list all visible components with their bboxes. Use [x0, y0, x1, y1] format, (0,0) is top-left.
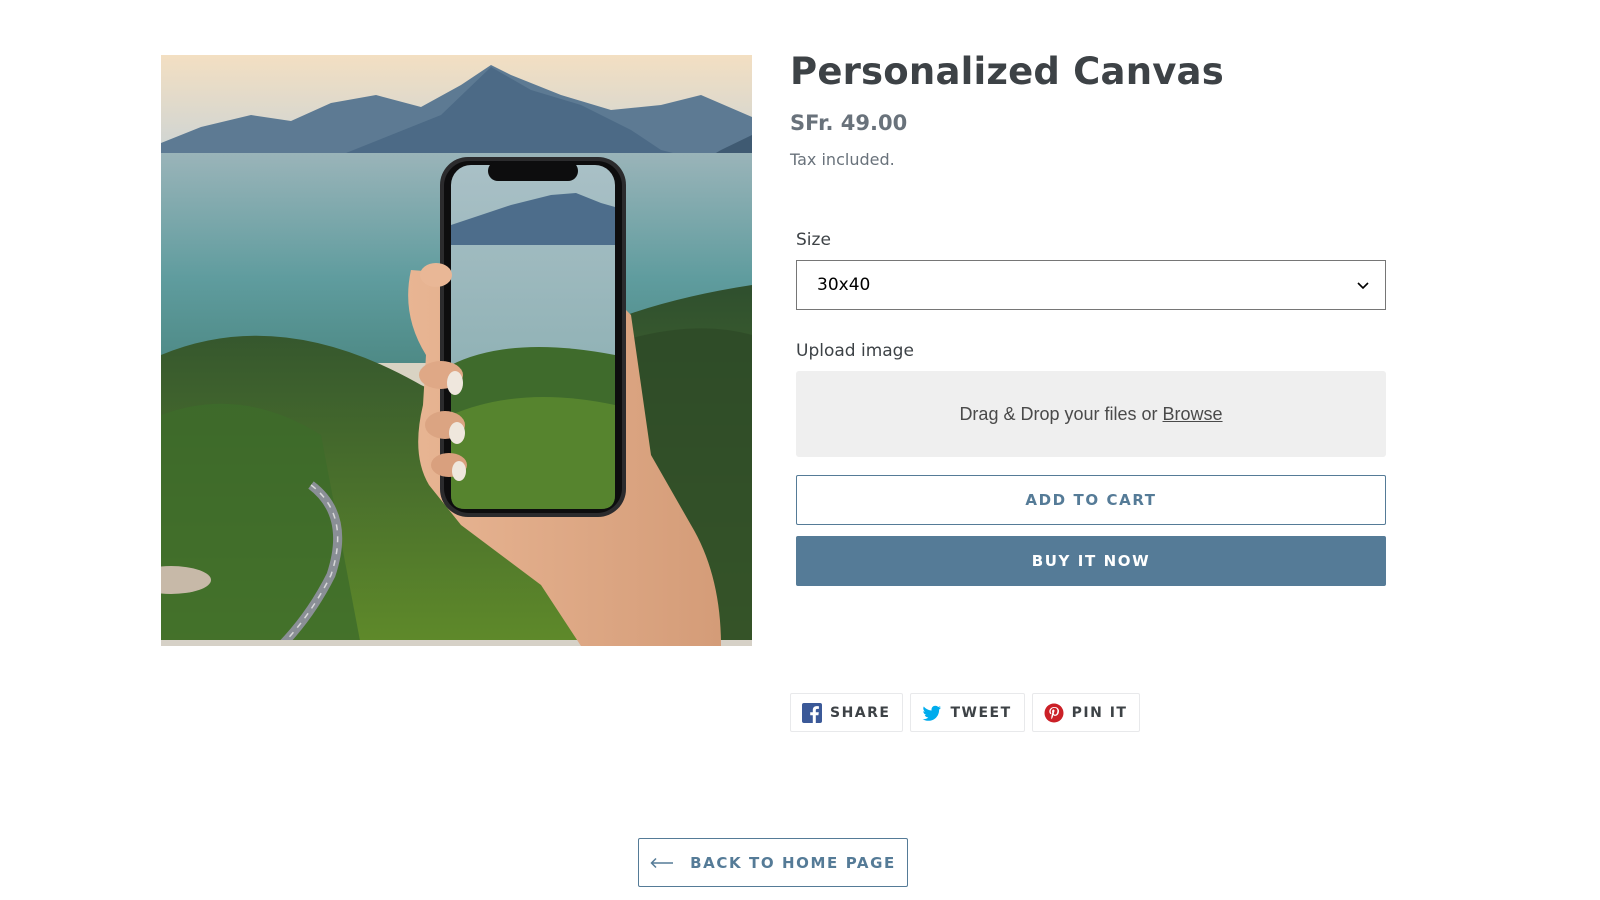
share-pinterest-button[interactable]: Pin it — [1031, 693, 1141, 732]
product-price: SFr. 49.00 — [790, 111, 908, 135]
back-to-home-button[interactable]: Back to home page — [638, 838, 908, 887]
dropzone-text: Drag & Drop your files or — [959, 403, 1158, 424]
share-twitter-label: Tweet — [950, 704, 1012, 721]
tax-note: Tax included. — [790, 150, 895, 169]
buy-it-now-button[interactable]: Buy it now — [796, 536, 1386, 586]
size-select[interactable]: 30x40 — [796, 260, 1386, 310]
back-to-home-label: Back to home page — [690, 853, 896, 872]
facebook-icon — [802, 702, 822, 723]
size-select-value: 30x40 — [817, 275, 871, 295]
share-facebook-label: Share — [830, 704, 891, 721]
pinterest-icon — [1044, 703, 1064, 722]
twitter-icon — [923, 705, 942, 721]
social-share: Share Tweet Pin it — [790, 693, 1141, 732]
product-image[interactable] — [161, 55, 752, 646]
add-to-cart-button[interactable]: Add to cart — [796, 475, 1386, 525]
share-twitter-button[interactable]: Tweet — [910, 693, 1025, 732]
upload-label: Upload image — [796, 341, 914, 361]
share-pinterest-label: Pin it — [1071, 704, 1128, 721]
browse-link[interactable]: Browse — [1163, 404, 1223, 425]
upload-dropzone[interactable]: Drag & Drop your files or Browse — [796, 371, 1386, 457]
arrow-left-icon — [650, 857, 674, 868]
share-facebook-button[interactable]: Share — [790, 693, 904, 732]
size-label: Size — [796, 230, 831, 250]
product-photo — [161, 55, 752, 646]
chevron-down-icon — [1357, 282, 1369, 290]
product-title: Personalized Canvas — [790, 50, 1224, 93]
